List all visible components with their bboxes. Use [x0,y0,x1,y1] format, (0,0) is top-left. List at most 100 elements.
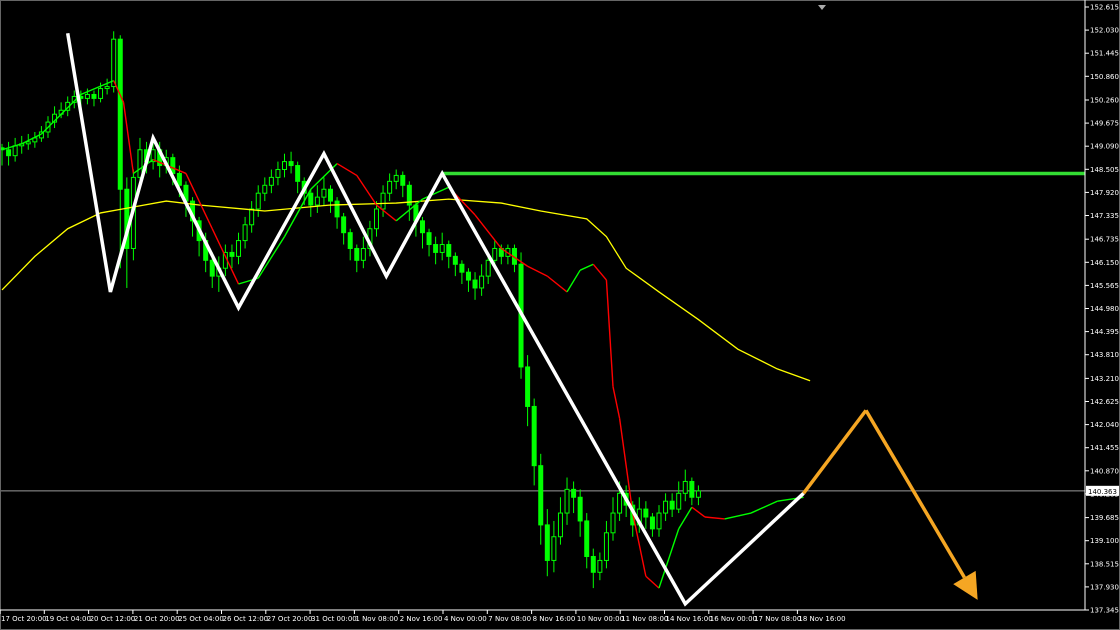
y-tick-label: 139.100 [1090,537,1119,545]
candle-body [111,38,117,88]
x-tick-label: 26 Oct 12:00 [223,615,269,623]
candle-body [689,480,695,498]
candle-body [104,86,110,90]
y-tick-label: 144.395 [1090,328,1119,336]
candle-body [25,141,31,145]
candle-body [544,524,550,561]
candle-body [564,488,570,514]
candle-body [590,555,596,573]
candle-body [597,559,603,573]
y-tick-label: 152.030 [1090,27,1119,35]
x-tick-label: 8 Nov 16:00 [533,615,576,623]
candle-body [209,259,215,277]
candle-body [439,244,445,253]
candle-body [341,216,347,234]
candle-body [584,520,590,557]
y-tick-label: 149.675 [1090,120,1119,128]
x-tick-label: 7 Nov 08:00 [488,615,531,623]
candle-body [314,196,320,206]
candle-body [643,508,649,518]
candle-body [393,174,399,182]
candle-body [249,208,255,226]
candle-body [400,174,406,186]
candle-body [268,176,274,186]
candle-body [347,232,353,249]
x-tick-label: 4 Nov 00:00 [444,615,487,623]
candle-body [603,532,609,561]
y-tick-label: 146.735 [1090,236,1119,244]
candle-body [419,220,425,234]
candle-body [649,516,655,530]
y-tick-label: 147.920 [1090,189,1119,197]
y-tick-label: 139.685 [1090,514,1119,522]
candle-body [446,244,452,257]
y-tick-label: 142.625 [1090,398,1119,406]
x-tick-label: 25 Oct 04:00 [178,615,224,623]
y-tick-label: 149.090 [1090,143,1119,151]
current-price-label: 140.363 [1088,488,1117,496]
candle-body [308,192,314,206]
price-chart[interactable]: 152.615 152.030 151.445 150.860 150.260 149.6… [0,0,1120,630]
candle-body [12,145,18,157]
candle-body [288,161,294,167]
y-tick-label: 142.040 [1090,421,1119,429]
candle-body [676,492,682,510]
candle-body [531,405,537,467]
candle-body [433,244,439,253]
x-tick-label: 14 Nov 16:00 [666,615,713,623]
candle-body [472,279,478,289]
y-tick-label: 143.210 [1090,375,1119,383]
candle-body [295,165,301,182]
x-tick-label: 18 Nov 16:00 [798,615,845,623]
y-tick-label: 146.150 [1090,259,1119,267]
y-tick-label: 151.445 [1090,50,1119,58]
x-tick-label: 27 Oct 20:00 [267,615,313,623]
candle-body [387,180,393,194]
x-tick-label: 10 Nov 00:00 [577,615,624,623]
candle-body [557,512,563,538]
candle-body [98,88,104,99]
y-tick-label: 140.870 [1090,467,1119,475]
candle-body [380,192,386,210]
candle-body [6,149,12,157]
chart-canvas[interactable]: 152.615 152.030 151.445 150.860 150.260 149.6… [0,0,1120,630]
candle-body [426,232,432,246]
candle-body [91,93,97,99]
y-tick-label: 150.260 [1090,96,1119,104]
y-tick-label: 144.980 [1090,305,1119,313]
candle-body [262,184,268,194]
x-tick-label: 2 Nov 16:00 [400,615,443,623]
y-tick-label: 147.335 [1090,212,1119,220]
candle-body [669,500,675,510]
y-tick-label: 143.810 [1090,351,1119,359]
candle-body [492,247,498,261]
candle-body [538,465,544,526]
y-tick-label: 137.345 [1090,607,1119,615]
candle-body [373,208,379,230]
candle-body [551,536,557,561]
candle-body [242,224,248,242]
candle-body [682,480,688,494]
candle-body [459,263,465,273]
x-tick-label: 17 Nov 08:00 [754,615,801,623]
candle-body [479,275,485,289]
candle-body [229,251,235,257]
x-tick-label: 31 Oct 00:00 [311,615,357,623]
candle-body [695,490,701,498]
candle-body [617,492,623,514]
x-tick-label: 17 Oct 20:00 [1,615,47,623]
y-tick-label: 138.515 [1090,560,1119,568]
candle-body [452,255,458,265]
candle-body [577,496,583,522]
y-tick-label: 150.860 [1090,73,1119,81]
y-tick-label: 152.615 [1090,4,1119,12]
candle-body [485,259,491,277]
candle-body [656,512,662,530]
y-tick-label: 137.930 [1090,583,1119,591]
candle-body [236,240,242,257]
candle-body [663,500,669,514]
candle-body [137,149,143,178]
x-tick-label: 1 Nov 08:00 [355,615,398,623]
candle-body [525,366,531,407]
candle-body [465,271,471,281]
